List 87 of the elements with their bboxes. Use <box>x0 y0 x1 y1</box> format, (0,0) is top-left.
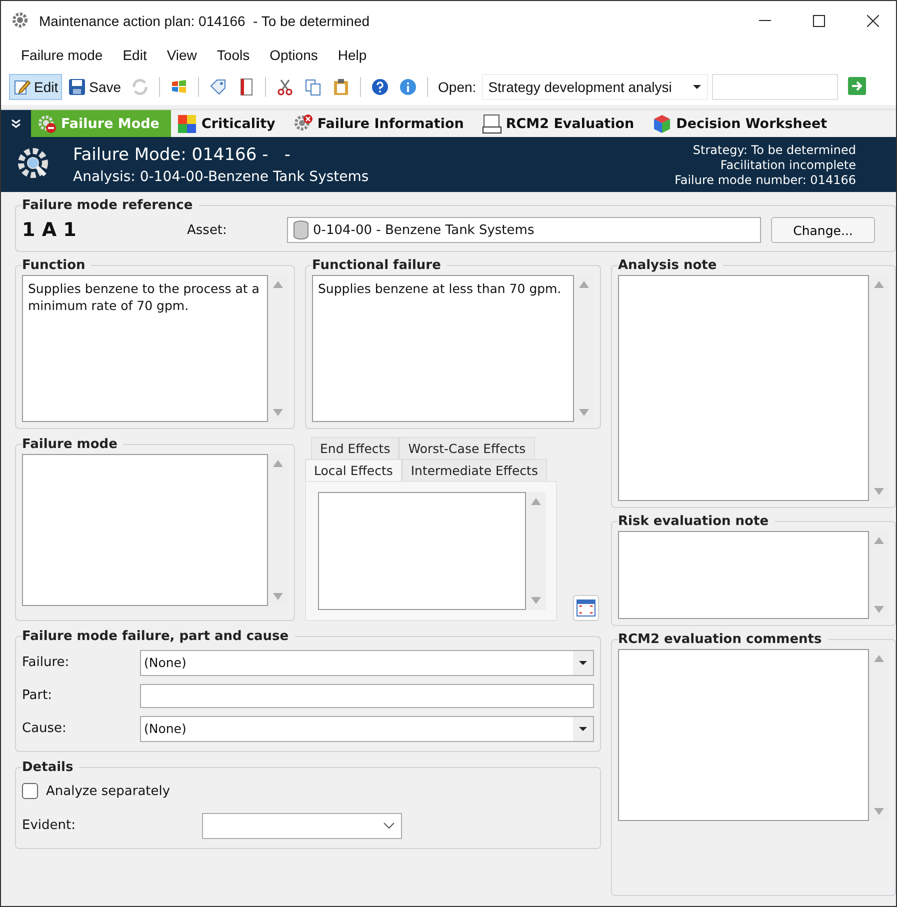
scroll-up-icon[interactable] <box>273 460 283 467</box>
scroll-down-icon[interactable] <box>531 597 541 604</box>
dropdown[interactable] <box>202 812 402 838</box>
window-title: Maintenance action plan: 014166 - To be determined <box>39 13 371 29</box>
menu-item[interactable]: Tools <box>206 47 260 63</box>
database-icon <box>292 220 310 240</box>
dropdown[interactable]: (None) <box>140 716 594 742</box>
group-title: Failure mode <box>22 437 118 452</box>
scroll-up-icon[interactable] <box>579 281 589 288</box>
chevron-icon <box>11 118 21 128</box>
expand-icon[interactable] <box>573 595 599 621</box>
menu-item[interactable]: Edit <box>112 47 157 63</box>
group-title: Risk evaluation note <box>618 514 770 529</box>
scroll-down-icon[interactable] <box>273 593 283 600</box>
nav-tab[interactable]: Failure Information <box>287 110 476 137</box>
input-field[interactable] <box>140 684 594 708</box>
checkbox[interactable] <box>22 783 38 799</box>
group-title: Analysis note <box>618 258 718 273</box>
pencil-icon <box>13 78 31 96</box>
reference-code: 1 A 1 <box>22 219 78 241</box>
scroll-down-icon[interactable] <box>273 409 283 416</box>
scrollbar[interactable] <box>526 492 546 610</box>
field-label: Asset: <box>187 222 228 238</box>
menu-item[interactable]: Failure mode <box>11 47 113 63</box>
toolbar-button[interactable]: Save <box>64 74 126 100</box>
caret-icon <box>579 660 587 664</box>
text-area[interactable]: Supplies benzene at less than 70 gpm. <box>312 275 574 422</box>
collapse-button[interactable] <box>1 110 31 137</box>
asset-field[interactable]: 0-104-00 - Benzene Tank Systems <box>287 217 761 243</box>
gear-icon <box>37 114 57 134</box>
color-grid-icon <box>177 114 198 134</box>
scroll-up-icon[interactable] <box>531 498 541 505</box>
scroll-down-icon[interactable] <box>874 606 884 613</box>
status-text: Failure mode number: 014166 <box>674 172 856 186</box>
scroll-up-icon[interactable] <box>273 281 283 288</box>
go-button[interactable] <box>846 76 868 98</box>
field-label: Evident: <box>22 818 76 833</box>
checkbox-label: Analyze separately <box>46 784 170 798</box>
header-title: Failure Mode: 014166 - - <box>73 144 292 164</box>
close-icon <box>867 15 879 27</box>
maximize-icon <box>813 15 825 27</box>
caret-icon <box>579 726 587 730</box>
change-button[interactable]: Change... <box>771 217 875 243</box>
nav-tab[interactable]: RCM2 Evaluation <box>476 110 646 137</box>
search-field[interactable] <box>712 74 838 100</box>
dropdown[interactable]: (None) <box>140 650 594 676</box>
text-area[interactable] <box>618 531 869 619</box>
field-label: Cause: <box>22 721 68 736</box>
group-title: Failure mode reference <box>22 198 194 213</box>
effects-tab[interactable]: End Effects <box>311 437 400 459</box>
scroll-down-icon[interactable] <box>579 409 589 416</box>
text-area[interactable] <box>318 492 526 610</box>
effects-tab[interactable]: Local Effects <box>305 459 402 481</box>
scroll-up-icon[interactable] <box>874 281 884 288</box>
group-title: Functional failure <box>312 258 442 273</box>
toolbar-button[interactable]: Edit <box>9 74 62 100</box>
group-title: RCM2 evaluation comments <box>618 632 823 647</box>
minimize-icon <box>759 20 771 22</box>
menu-item[interactable]: Options <box>260 47 328 63</box>
scroll-down-icon[interactable] <box>874 488 884 495</box>
open-dropdown[interactable]: Strategy development analysi <box>482 74 708 100</box>
group-title: Failure mode failure, part and cause <box>22 629 290 644</box>
caret-icon <box>693 85 702 89</box>
menu-item[interactable]: Help <box>328 47 377 63</box>
chevron-icon <box>383 822 395 830</box>
nav-tab[interactable]: Criticality <box>171 110 288 137</box>
gear-icon <box>293 114 314 134</box>
field-label: Failure: <box>22 655 70 670</box>
text-area[interactable]: Supplies benzene to the process at a minimum rate of 70 gpm. <box>22 275 268 422</box>
scroll-down-icon[interactable] <box>874 808 884 815</box>
group-title: Function <box>22 258 86 273</box>
status-text: Facilitation incomplete <box>720 158 856 172</box>
status-text: Strategy: To be determined <box>692 142 856 156</box>
menu-item[interactable]: View <box>156 47 207 63</box>
nav-tab[interactable]: Decision Worksheet <box>646 110 840 137</box>
text-area[interactable] <box>22 454 268 606</box>
effects-tab[interactable]: Worst-Case Effects <box>399 437 535 459</box>
effects-tab[interactable]: Intermediate Effects <box>402 459 547 481</box>
save-icon <box>68 78 86 96</box>
header-subtitle: Analysis: 0-104-00-Benzene Tank Systems <box>73 168 370 184</box>
cube-icon <box>652 114 672 134</box>
field-label: Part: <box>22 688 54 703</box>
group-title: Details <box>22 760 74 775</box>
open-label: Open: <box>438 79 476 95</box>
document-icon <box>482 114 502 134</box>
scroll-up-icon[interactable] <box>874 655 884 662</box>
scroll-up-icon[interactable] <box>874 537 884 544</box>
